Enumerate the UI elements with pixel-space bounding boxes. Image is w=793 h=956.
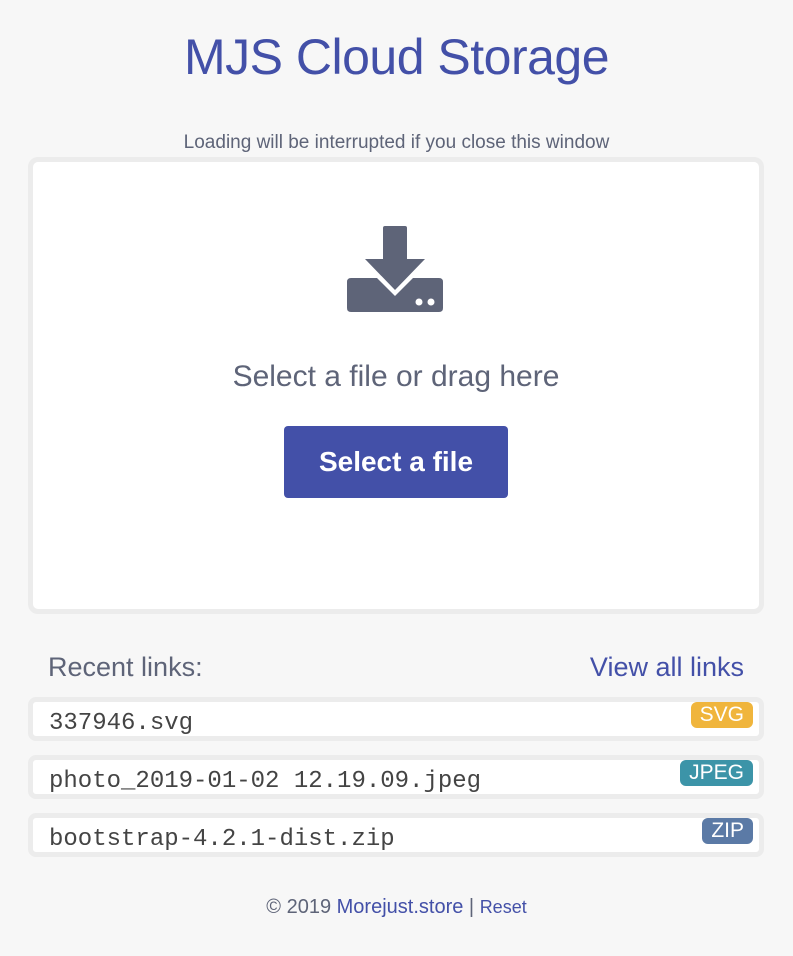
file-type-badge: ZIP: [702, 818, 753, 844]
copyright-text: © 2019: [266, 896, 332, 918]
recent-link-filename: photo_2019-01-02 12.19.09.jpeg: [49, 768, 482, 795]
view-all-links-link[interactable]: View all links: [590, 652, 744, 683]
footer-separator: |: [468, 896, 475, 918]
file-dropzone[interactable]: Select a file or drag here Select a file: [28, 157, 764, 614]
recent-link-filename: bootstrap-4.2.1-dist.zip: [49, 826, 395, 853]
recent-link-item[interactable]: 337946.svg SVG: [28, 697, 764, 741]
file-type-badge: SVG: [690, 702, 753, 728]
recent-link-item[interactable]: bootstrap-4.2.1-dist.zip ZIP: [28, 813, 764, 857]
select-file-button[interactable]: Select a file: [284, 426, 508, 498]
recent-links-label: Recent links:: [48, 652, 203, 682]
download-tray-icon: [347, 226, 443, 312]
footer: © 2019 Morejust.store | Reset: [0, 896, 793, 919]
page-title: MJS Cloud Storage: [183, 29, 610, 85]
site-link[interactable]: Morejust.store: [337, 896, 464, 918]
file-type-badge: JPEG: [680, 760, 753, 786]
reset-link[interactable]: Reset: [480, 897, 527, 917]
recent-link-filename: 337946.svg: [49, 710, 194, 737]
dropzone-prompt: Select a file or drag here: [232, 360, 560, 393]
recent-link-item[interactable]: photo_2019-01-02 12.19.09.jpeg JPEG: [28, 755, 764, 799]
close-window-notice: Loading will be interrupted if you close…: [183, 132, 610, 153]
page: MJS Cloud Storage Loading will be interr…: [0, 0, 793, 956]
